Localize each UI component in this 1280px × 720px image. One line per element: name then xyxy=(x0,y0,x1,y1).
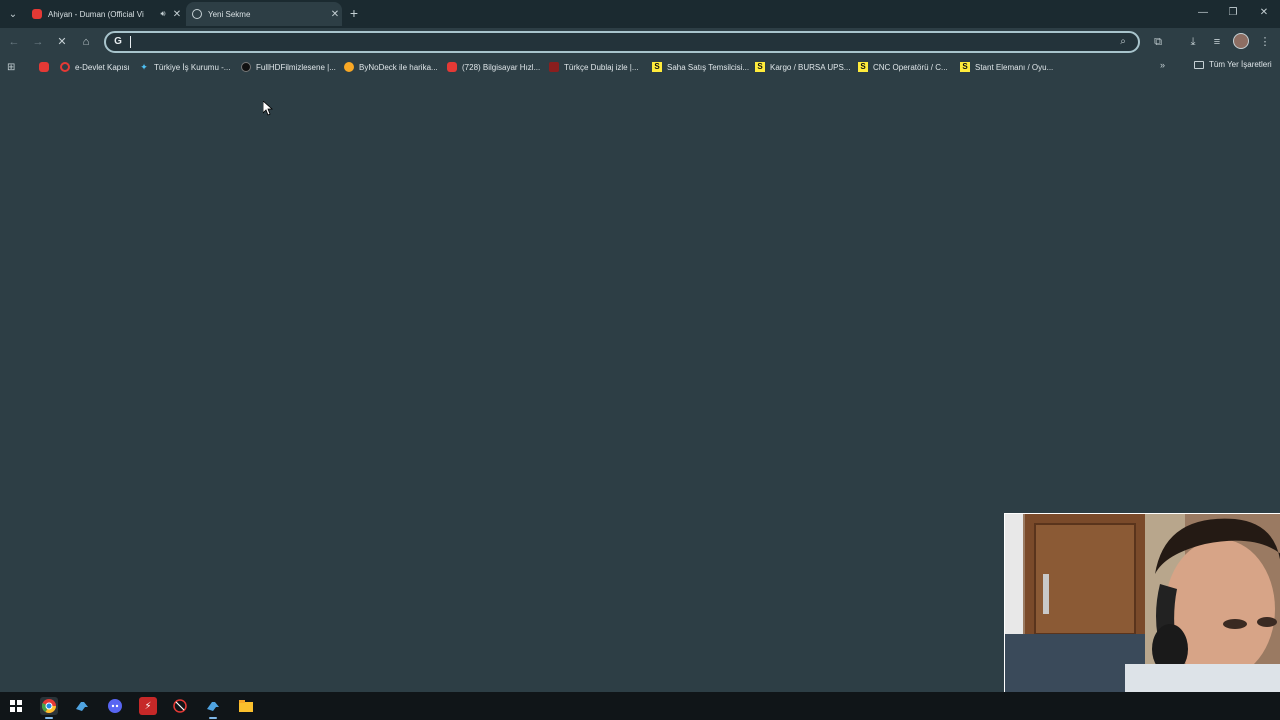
file-explorer-icon[interactable] xyxy=(237,697,255,715)
google-icon: G xyxy=(114,36,122,47)
bookmark-label: (728) Bilgisayar Hızl... xyxy=(462,62,541,72)
minimize-icon[interactable]: — xyxy=(1193,5,1213,21)
bookmark-label: Stant Elemanı / Oyu... xyxy=(975,62,1054,72)
mouse-cursor-icon xyxy=(262,100,274,117)
s-icon: S xyxy=(755,62,765,72)
bookmark-label: Kargo / BURSA UPS... xyxy=(770,62,851,72)
bookmark-label: Saha Satış Temsilcisi... xyxy=(667,62,750,72)
audio-playing-icon[interactable]: 🔊︎ xyxy=(156,9,170,19)
stop-loading-icon[interactable]: ✕ xyxy=(54,34,70,50)
download-icon[interactable]: ⤓ xyxy=(1185,34,1201,50)
apps-icon[interactable]: ⊞ xyxy=(7,60,15,74)
toolbar: ← → ✕ ⌂ G ⌕ ⧉ ⤓ ≡ ⋮ xyxy=(0,28,1280,56)
bookmark-bilgisayar[interactable]: (728) Bilgisayar Hızl... xyxy=(447,60,540,74)
chrome-icon[interactable] xyxy=(40,697,58,719)
bookmarks-bar: ⊞ e-Devlet Kapısı ✦ Türkiye İş Kurumu -.… xyxy=(0,56,1280,78)
webcam-overlay xyxy=(1004,513,1280,692)
origin-icon[interactable] xyxy=(171,697,189,715)
profile-avatar[interactable] xyxy=(1233,33,1249,49)
tab-title: Ahiyan - Duman (Official Vi xyxy=(48,9,144,19)
windows-start-icon[interactable] xyxy=(7,697,25,715)
close-tab-icon[interactable]: ✕ xyxy=(328,9,342,20)
search-icon[interactable]: ⌕ xyxy=(1116,35,1130,49)
steam-icon[interactable] xyxy=(204,697,222,719)
dublaj-icon xyxy=(549,62,559,72)
discord-icon[interactable] xyxy=(106,697,124,715)
s-icon: S xyxy=(858,62,868,72)
bookmark-bynodeck[interactable]: ByNoDeck ile harika... xyxy=(344,60,438,74)
all-bookmarks-label: Tüm Yer İşaretleri xyxy=(1209,60,1272,69)
chrome-icon xyxy=(192,9,202,19)
back-icon[interactable]: ← xyxy=(6,34,22,50)
tab-title: Yeni Sekme xyxy=(208,9,251,19)
bookmark-label: e-Devlet Kapısı xyxy=(75,62,130,72)
bynodeck-icon xyxy=(344,62,354,72)
bookmark-kargo[interactable]: S Kargo / BURSA UPS... xyxy=(755,60,850,74)
bookmark-cnc[interactable]: S CNC Operatörü / C... xyxy=(858,60,948,74)
film-icon xyxy=(241,62,251,72)
forward-icon[interactable]: → xyxy=(30,34,46,50)
bookmark-saha-satis[interactable]: S Saha Satış Temsilcisi... xyxy=(652,60,749,74)
menu-icon[interactable]: ⋮ xyxy=(1257,34,1273,50)
address-input[interactable] xyxy=(128,34,1108,50)
steam-icon[interactable] xyxy=(73,697,91,715)
iskur-icon: ✦ xyxy=(140,62,148,72)
extensions-icon[interactable]: ⧉ xyxy=(1150,34,1166,50)
bookmark-edevlet[interactable]: e-Devlet Kapısı xyxy=(60,60,130,74)
tab-search-icon[interactable]: ⌄ xyxy=(4,5,22,23)
edevlet-icon xyxy=(60,62,70,72)
close-window-icon[interactable]: ✕ xyxy=(1254,5,1274,21)
youtube-icon xyxy=(32,9,42,19)
home-icon[interactable]: ⌂ xyxy=(78,34,94,50)
more-bookmarks-icon[interactable]: » xyxy=(1160,60,1165,70)
s-icon: S xyxy=(960,62,970,72)
youtube-icon xyxy=(39,62,49,72)
bookmark-label: ByNoDeck ile harika... xyxy=(359,62,438,72)
all-bookmarks-button[interactable]: Tüm Yer İşaretleri xyxy=(1194,60,1272,69)
bookmark-iskur[interactable]: ✦ Türkiye İş Kurumu -... xyxy=(139,60,230,74)
new-tab-button[interactable]: + xyxy=(346,5,362,21)
bookmark-fullhdfilm[interactable]: FullHDFilmizlesene |... xyxy=(241,60,336,74)
bookmark-label: CNC Operatörü / C... xyxy=(873,62,948,72)
bookmark-label: FullHDFilmizlesene |... xyxy=(256,62,336,72)
s-icon: S xyxy=(652,62,662,72)
bookmark-label: Türkiye İş Kurumu -... xyxy=(154,62,231,72)
youtube-icon xyxy=(447,62,457,72)
text-caret xyxy=(130,36,131,48)
tab-youtube[interactable]: Ahiyan - Duman (Official Vi 🔊︎ ✕ xyxy=(26,2,184,26)
media-controls-icon[interactable]: ≡ xyxy=(1209,34,1225,50)
windows-taskbar: ⚡︎ xyxy=(0,692,1280,720)
tab-strip: ⌄ Ahiyan - Duman (Official Vi 🔊︎ ✕ Yeni … xyxy=(0,0,1280,28)
bookmark-dublaj[interactable]: Türkçe Dublaj izle |... xyxy=(549,60,639,74)
bookmark-label: Türkçe Dublaj izle |... xyxy=(564,62,639,72)
close-tab-icon[interactable]: ✕ xyxy=(170,9,184,20)
folder-icon xyxy=(1194,60,1204,69)
adobe-icon[interactable]: ⚡︎ xyxy=(139,697,157,715)
bookmark-youtube[interactable] xyxy=(39,60,54,74)
bookmark-stant[interactable]: S Stant Elemanı / Oyu... xyxy=(960,60,1053,74)
address-bar[interactable]: G ⌕ xyxy=(104,31,1140,53)
tab-new-tab[interactable]: Yeni Sekme ✕ xyxy=(186,2,342,26)
restore-icon[interactable]: ❐ xyxy=(1223,5,1243,21)
